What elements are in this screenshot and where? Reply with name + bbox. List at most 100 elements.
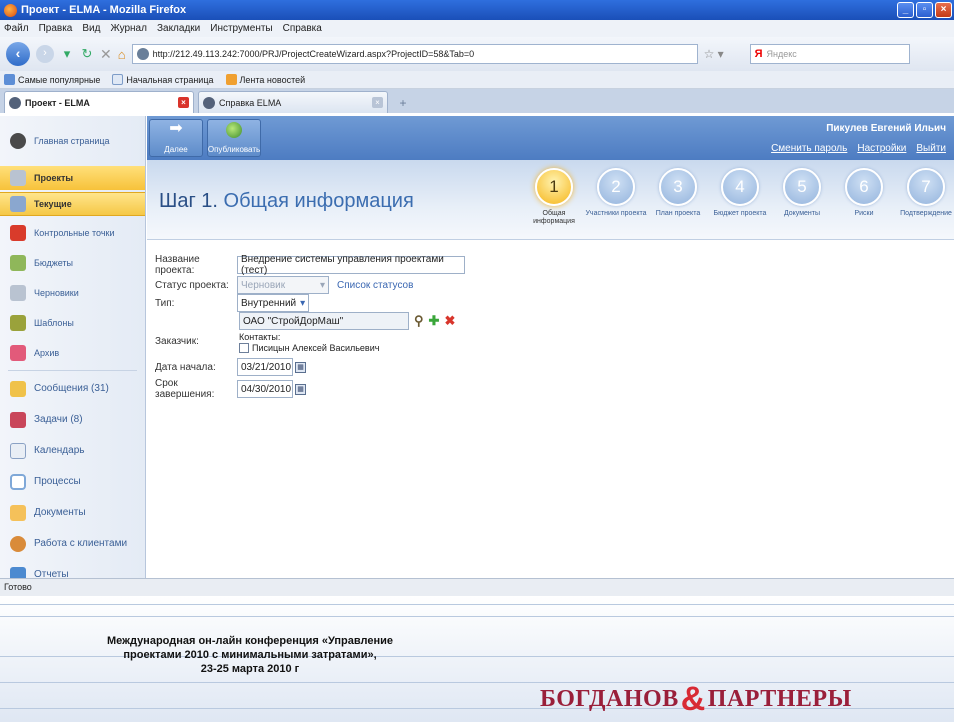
calendar-icon — [10, 442, 26, 459]
sidebar-item-processes[interactable]: Процессы — [0, 466, 145, 497]
page-icon — [112, 74, 124, 85]
type-select[interactable]: Внутренний ▾ — [237, 294, 310, 312]
customer-input[interactable]: ОАО "СтройДорМаш" — [239, 312, 409, 330]
calendar-icon[interactable]: ▦ — [295, 361, 306, 373]
wizard-step-plan[interactable]: 3 План проекта — [647, 168, 709, 226]
menu-view[interactable]: Вид — [82, 23, 100, 34]
wizard-step-general[interactable]: 1 Общая информация — [523, 168, 585, 226]
maximize-icon[interactable]: ▫ — [916, 2, 933, 18]
current-projects-icon — [10, 196, 26, 212]
sidebar-item-label: Бюджеты — [34, 258, 74, 268]
sidebar-item-label: Процессы — [34, 476, 81, 487]
step-title: Общая информация — [223, 190, 414, 212]
minimize-icon[interactable]: _ — [897, 2, 914, 18]
sidebar-item-tasks[interactable]: Задачи (8) — [0, 404, 145, 435]
wizard-step-risks[interactable]: 6 Риски — [833, 168, 895, 226]
close-tab-icon[interactable]: × — [372, 97, 383, 108]
wizard-step-documents[interactable]: 5 Документы — [771, 168, 833, 226]
row-status: Статус проекта: Черновик ▾ Список статус… — [155, 276, 413, 294]
envelope-icon — [10, 380, 26, 397]
start-date-input[interactable]: 03/21/2010 — [237, 358, 293, 376]
sidebar-item-milestones[interactable]: Контрольные точки — [0, 218, 145, 248]
publish-button[interactable]: Опубликовать — [207, 119, 261, 157]
back-icon[interactable]: ‹ — [6, 42, 30, 66]
history-dropdown-icon[interactable]: ▾ — [60, 46, 74, 62]
yandex-icon[interactable]: Я — [755, 48, 763, 60]
close-icon[interactable]: × — [935, 2, 952, 18]
sidebar-item-documents[interactable]: Документы — [0, 497, 145, 528]
change-password-link[interactable]: Сменить пароль — [771, 143, 847, 154]
tab-project-elma[interactable]: Проект - ELMA × — [4, 91, 194, 113]
sidebar-item-label: Главная страница — [34, 136, 110, 146]
brand-ampersand: & — [680, 680, 706, 718]
menu-file[interactable]: Файл — [4, 23, 29, 34]
calendar-icon[interactable]: ▦ — [295, 383, 306, 395]
menu-tools[interactable]: Инструменты — [210, 23, 272, 34]
reload-icon[interactable]: ↻ — [80, 46, 94, 62]
type-value: Внутренний — [241, 297, 297, 309]
search-icon[interactable]: ⚲ — [414, 313, 424, 329]
sidebar-item-current[interactable]: Текущие — [0, 192, 145, 216]
decorative-stripe — [0, 616, 954, 617]
wizard-step-budget[interactable]: 4 Бюджет проекта — [709, 168, 771, 226]
home-icon[interactable]: ⌂ — [118, 47, 126, 62]
tab-label: Справка ELMA — [219, 97, 282, 108]
bookmark-popular[interactable]: Самые популярные — [4, 74, 100, 85]
sidebar-item-home[interactable]: Главная страница — [0, 116, 145, 166]
stop-icon[interactable]: ✕ — [100, 46, 112, 63]
menu-bookmarks[interactable]: Закладки — [157, 23, 200, 34]
sidebar-item-archive[interactable]: Архив — [0, 338, 145, 368]
sidebar-item-templates[interactable]: Шаблоны — [0, 308, 145, 338]
next-button[interactable]: ➡ Далее — [149, 119, 203, 157]
user-name: Пикулев Евгений Ильич — [826, 123, 946, 134]
process-icon — [10, 473, 26, 490]
task-check-icon — [10, 411, 26, 428]
sidebar-item-messages[interactable]: Сообщения (31) — [0, 373, 145, 404]
elma-icon — [9, 96, 21, 109]
delete-icon[interactable]: ✖ — [444, 313, 455, 329]
wizard-step-confirm[interactable]: 7 Подтверждение — [895, 168, 954, 226]
sidebar-item-calendar[interactable]: Календарь — [0, 435, 145, 466]
menu-help[interactable]: Справка — [283, 23, 322, 34]
tab-help-elma[interactable]: Справка ELMA × — [198, 91, 388, 113]
step-label: Подтверждение — [900, 210, 952, 217]
menu-history[interactable]: Журнал — [110, 23, 147, 34]
step-label: Риски — [854, 210, 874, 217]
status-value: Черновик — [241, 279, 286, 291]
step-number: 4 — [721, 168, 759, 206]
rss-icon — [225, 74, 237, 85]
sidebar-item-budgets[interactable]: Бюджеты — [0, 248, 145, 278]
step-label: Бюджет проекта — [713, 210, 767, 217]
sidebar-item-projects[interactable]: Проекты — [0, 166, 145, 190]
budget-icon — [10, 255, 26, 271]
window-title: Проект - ELMA - Mozilla Firefox — [21, 4, 187, 16]
wizard-step-participants[interactable]: 2 Участники проекта — [585, 168, 647, 226]
contact-name: Писицын Алексей Васильевич — [252, 343, 380, 353]
decorative-stripe — [0, 604, 954, 605]
address-bar[interactable]: http://212.49.113.242:7000/PRJ/ProjectCr… — [131, 44, 698, 64]
new-tab-icon[interactable]: + — [392, 93, 414, 113]
forward-icon[interactable]: › — [36, 45, 54, 63]
action-toolbar: ➡ Далее Опубликовать Пикулев Евгений Иль… — [147, 116, 954, 160]
bookmarks-toolbar: Самые популярные Начальная страница Лент… — [0, 71, 954, 89]
logout-link[interactable]: Выйти — [916, 143, 946, 154]
bookmark-news-feed[interactable]: Лента новостей — [225, 74, 305, 85]
conference-line: 23-25 марта 2010 г — [200, 663, 300, 675]
search-box[interactable]: Я Яндекс — [749, 44, 910, 64]
contact-checkbox[interactable] — [239, 343, 249, 353]
settings-link[interactable]: Настройки — [857, 143, 906, 154]
sidebar-item-label: Черновики — [34, 288, 79, 298]
sidebar-item-label: Проекты — [34, 173, 74, 183]
close-tab-icon[interactable]: × — [178, 97, 189, 108]
status-list-link[interactable]: Список статусов — [337, 280, 413, 291]
row-type: Тип: Внутренний ▾ — [155, 294, 310, 312]
sidebar-item-crm[interactable]: Работа с клиентами — [0, 528, 145, 559]
menu-edit[interactable]: Правка — [39, 23, 73, 34]
step-number: 7 — [907, 168, 945, 206]
project-name-input[interactable]: Внедрение системы управления проектами (… — [237, 254, 465, 276]
bookmark-start-page[interactable]: Начальная страница — [112, 74, 214, 85]
add-icon[interactable]: ✚ — [429, 313, 440, 329]
end-date-input[interactable]: 04/30/2010 — [237, 380, 293, 398]
sidebar-item-drafts[interactable]: Черновики — [0, 278, 145, 308]
bookmark-star-icon[interactable]: ☆ ▾ — [704, 44, 744, 64]
